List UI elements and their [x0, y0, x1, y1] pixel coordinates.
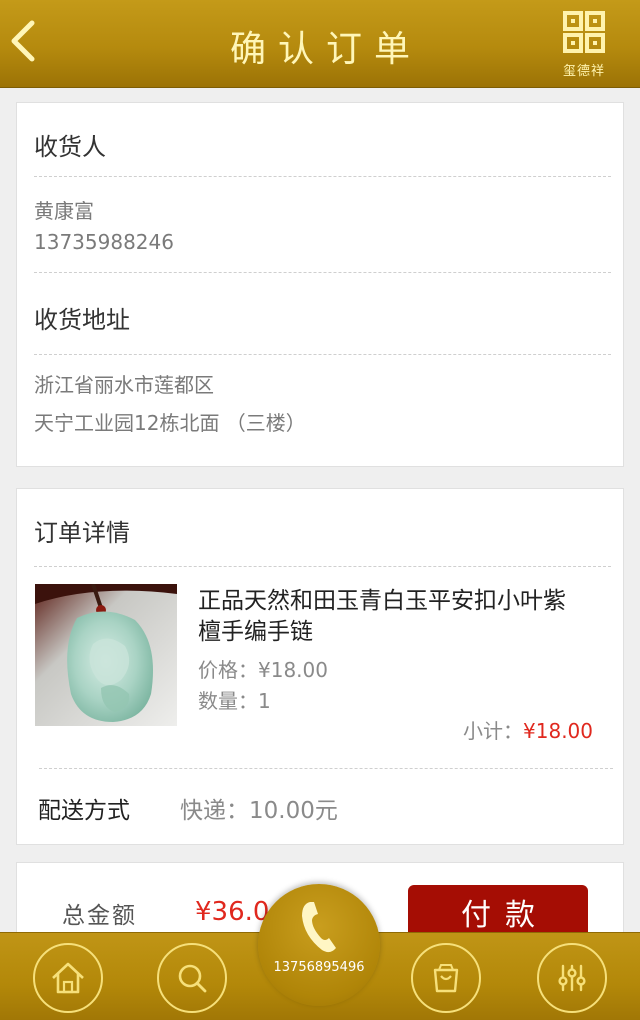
subtotal-value: ¥18.00 — [523, 719, 593, 743]
subtotal-label: 小计： — [463, 719, 524, 743]
brand-name: 玺德祥 — [562, 64, 605, 79]
total-value: ¥36.0 — [195, 897, 270, 927]
subtotal: 小计：¥18.00 — [463, 715, 593, 744]
product-name[interactable]: 正品天然和田玉青白玉平安扣小叶紫檀手编手链 — [198, 586, 588, 648]
nav-cart-button[interactable] — [411, 943, 481, 1013]
brand-logo-icon — [563, 11, 605, 53]
shipping-label: 配送方式 — [38, 798, 130, 824]
order-title: 订单详情 — [34, 519, 130, 547]
shipping-value[interactable]: 快递：10.00元 — [180, 791, 338, 825]
order-detail-card: 订单详情 正品天然和田玉青白玉平安扣小叶紫檀手编手链 价格：¥18.00 数量：… — [16, 488, 624, 845]
brand-logo: 玺德祥 — [556, 10, 612, 79]
page-title: 确认订单 — [229, 29, 422, 70]
search-icon — [178, 964, 207, 993]
phone-icon — [302, 902, 336, 953]
nav-home-button[interactable] — [33, 943, 103, 1013]
address-detail: 天宁工业园12栋北面 （三楼） — [34, 411, 306, 435]
receiver-phone: 13735988246 — [34, 230, 174, 254]
divider — [34, 354, 611, 355]
call-button[interactable]: 13756895496 — [258, 884, 380, 1006]
address-title: 收货地址 — [34, 306, 130, 334]
divider — [39, 768, 613, 769]
receiver-name: 黄康富 — [34, 199, 94, 223]
product-price: 价格：¥18.00 — [198, 658, 328, 682]
home-icon — [52, 962, 84, 994]
address-card[interactable]: 收货人 黄康富 13735988246 收货地址 浙江省丽水市莲都区 天宁工业园… — [16, 102, 624, 467]
divider — [34, 566, 611, 567]
address-region: 浙江省丽水市莲都区 — [34, 373, 214, 397]
divider — [34, 272, 611, 273]
divider — [34, 176, 611, 177]
product-image[interactable] — [35, 583, 177, 726]
bag-icon — [433, 964, 459, 993]
settings-sliders-icon — [558, 964, 586, 992]
total-label: 总金额 — [62, 903, 137, 929]
nav-search-button[interactable] — [157, 943, 227, 1013]
receiver-title: 收货人 — [34, 133, 106, 161]
phone-number: 13756895496 — [273, 960, 365, 975]
nav-settings-button[interactable] — [537, 943, 607, 1013]
top-bar: 确认订单 玺德祥 — [0, 0, 640, 88]
product-quantity: 数量：1 — [198, 689, 271, 713]
